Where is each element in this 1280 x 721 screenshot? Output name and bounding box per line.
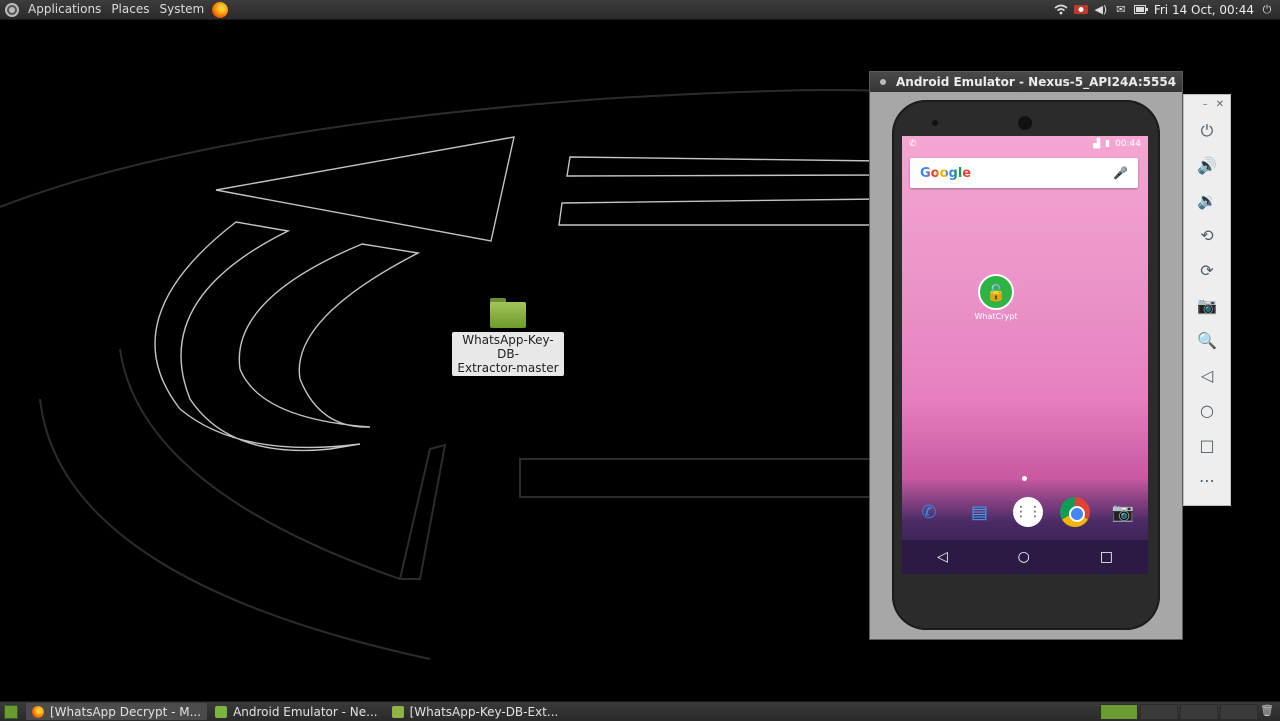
- mail-icon[interactable]: ✉: [1114, 3, 1128, 16]
- top-menu: Applications Places System: [0, 0, 229, 19]
- screenshot-camera-icon[interactable]: 📷: [1184, 288, 1230, 323]
- phone-frame: ✆ ▟ ▮ 00:44 Google 🎤 🔓 WhatCrypt ✆ ▤ ⋮⋮ …: [892, 100, 1160, 630]
- chrome-app-icon[interactable]: [1059, 497, 1090, 527]
- messages-app-icon[interactable]: ▤: [963, 495, 997, 529]
- workspace-switcher: 🗑: [1100, 704, 1274, 720]
- show-desktop-icon[interactable]: [4, 704, 18, 719]
- emulator-titlebar[interactable]: Android Emulator - Nexus-5_API24A:5554: [870, 72, 1182, 92]
- task-whatsapp-decrypt[interactable]: [WhatsApp Decrypt - M...: [26, 703, 208, 720]
- app-whatcrypt[interactable]: 🔓 WhatCrypt: [968, 274, 1024, 321]
- firefox-launcher-icon[interactable]: [212, 1, 229, 18]
- wifi-icon[interactable]: [1054, 4, 1068, 16]
- trash-icon[interactable]: 🗑: [1260, 704, 1274, 718]
- menu-applications[interactable]: Applications: [23, 0, 106, 19]
- task-label: Android Emulator - Ne...: [233, 704, 378, 719]
- folder-label-line1: WhatsApp-Key-DB-: [462, 333, 554, 361]
- emulator-toolbar: – ✕ ⏻ 🔊 🔉 ⟲ ⟳ 📷 🔍 ◁ ○ □ ⋯: [1183, 94, 1231, 506]
- camera-app-icon[interactable]: 📷: [1106, 495, 1140, 529]
- back-nav-icon[interactable]: ◁: [937, 549, 948, 565]
- page-indicator: [1022, 476, 1027, 481]
- home-nav-icon[interactable]: ○: [1018, 549, 1030, 565]
- menu-places[interactable]: Places: [106, 0, 154, 19]
- app-drawer-icon[interactable]: ⋮⋮: [1013, 497, 1043, 527]
- system-tray: ◀) ✉ Fri 14 Oct, 00:44 ⏻: [1054, 0, 1280, 19]
- toolbar-window-controls: – ✕: [1184, 95, 1230, 113]
- recents-nav-icon[interactable]: □: [1100, 549, 1113, 565]
- volume-icon[interactable]: ◀): [1094, 3, 1108, 16]
- whatsapp-notification-icon: ✆: [909, 139, 917, 149]
- folder-icon[interactable]: [490, 298, 526, 328]
- emulator-title: Android Emulator - Nexus-5_API24A:5554: [896, 75, 1177, 89]
- back-icon[interactable]: ◁: [1184, 358, 1230, 393]
- phone-screen[interactable]: ✆ ▟ ▮ 00:44 Google 🎤 🔓 WhatCrypt ✆ ▤ ⋮⋮ …: [902, 136, 1148, 574]
- workspace-3[interactable]: [1180, 704, 1218, 720]
- android-dock: ✆ ▤ ⋮⋮ 📷: [912, 492, 1140, 532]
- top-panel: Applications Places System ◀) ✉ Fri 14 O…: [0, 0, 1280, 20]
- mic-icon[interactable]: 🎤: [1113, 166, 1138, 180]
- firefox-icon: [32, 705, 44, 718]
- overview-icon[interactable]: □: [1184, 428, 1230, 463]
- minimize-icon[interactable]: –: [1203, 99, 1208, 110]
- bottom-taskbar: [WhatsApp Decrypt - M... Android Emulato…: [0, 701, 1280, 721]
- volume-down-icon[interactable]: 🔉: [1184, 183, 1230, 218]
- emulator-icon: [215, 705, 228, 718]
- record-icon[interactable]: [1073, 4, 1088, 16]
- android-nav-bar: ◁ ○ □: [902, 540, 1148, 574]
- clock[interactable]: Fri 14 Oct, 00:44: [1154, 3, 1254, 17]
- distro-logo-icon[interactable]: [5, 2, 19, 17]
- zoom-icon[interactable]: 🔍: [1184, 323, 1230, 358]
- workspace-2[interactable]: [1140, 704, 1178, 720]
- front-camera: [1018, 116, 1032, 130]
- window-menu-icon[interactable]: [880, 79, 886, 85]
- emulator-window: Android Emulator - Nexus-5_API24A:5554 ✆…: [869, 71, 1183, 640]
- android-status-bar: ✆ ▟ ▮ 00:44: [902, 136, 1148, 152]
- google-search-bar[interactable]: Google 🎤: [910, 158, 1138, 188]
- folder-icon: [391, 705, 404, 718]
- rotate-right-icon[interactable]: ⟳: [1184, 253, 1230, 288]
- signal-icon: ▟: [1093, 139, 1101, 149]
- folder-label[interactable]: WhatsApp-Key-DB- Extractor-master: [452, 332, 564, 376]
- power-icon[interactable]: ⏻: [1260, 3, 1274, 16]
- battery-status-icon: ▮: [1105, 139, 1111, 149]
- google-logo-text: Google: [920, 165, 972, 181]
- power-button-icon[interactable]: ⏻: [1184, 113, 1230, 148]
- status-time: 00:44: [1115, 139, 1141, 149]
- workspace-4[interactable]: [1220, 704, 1258, 720]
- folder-body: [490, 302, 526, 328]
- unlock-icon[interactable]: 🔓: [978, 274, 1014, 310]
- phone-app-icon[interactable]: ✆: [912, 495, 946, 529]
- close-icon[interactable]: ✕: [1216, 99, 1224, 110]
- app-label: WhatCrypt: [974, 312, 1018, 321]
- task-android-emulator[interactable]: Android Emulator - Ne...: [209, 703, 384, 720]
- more-icon[interactable]: ⋯: [1184, 463, 1230, 498]
- proximity-sensor: [932, 120, 938, 126]
- menu-system[interactable]: System: [154, 0, 209, 19]
- desktop-folder[interactable]: WhatsApp-Key-DB- Extractor-master: [452, 298, 564, 376]
- task-label: [WhatsApp-Key-DB-Ext...: [409, 704, 559, 719]
- rotate-left-icon[interactable]: ⟲: [1184, 218, 1230, 253]
- workspace-1[interactable]: [1100, 704, 1138, 720]
- task-label: [WhatsApp Decrypt - M...: [50, 704, 202, 719]
- home-icon[interactable]: ○: [1184, 393, 1230, 428]
- folder-label-line2: Extractor-master: [457, 361, 559, 375]
- volume-up-icon[interactable]: 🔊: [1184, 148, 1230, 183]
- task-folder-window[interactable]: [WhatsApp-Key-DB-Ext...: [386, 703, 565, 720]
- battery-icon[interactable]: [1133, 4, 1148, 16]
- google-logo: Google: [910, 166, 971, 181]
